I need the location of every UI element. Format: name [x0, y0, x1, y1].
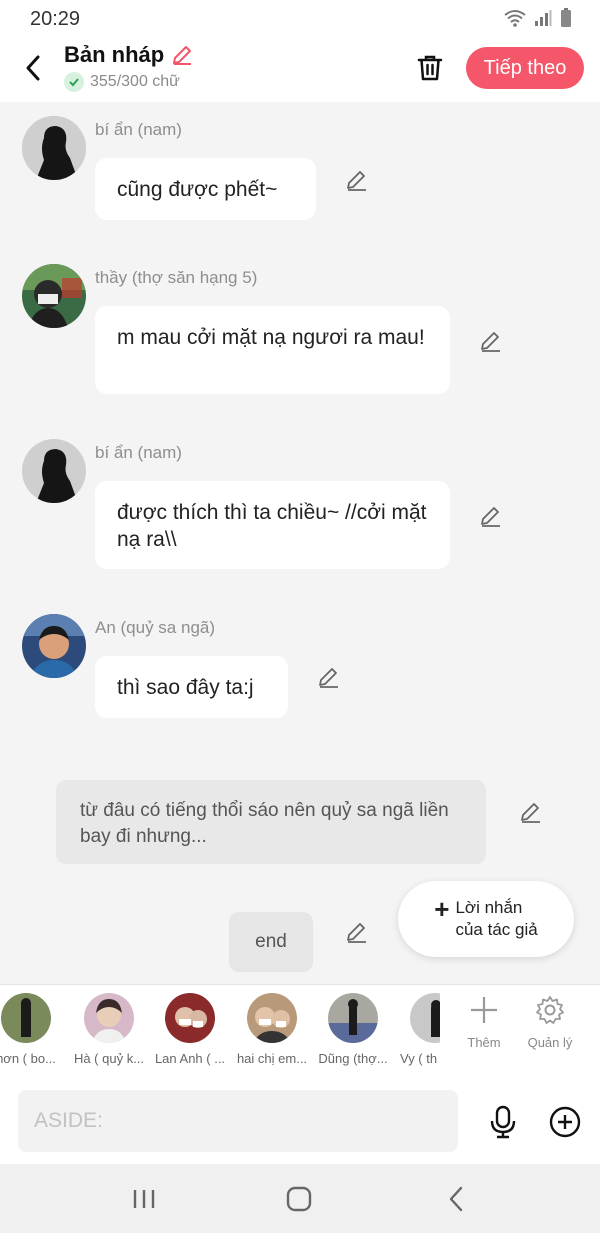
word-count-text: 355/300 chữ: [90, 73, 180, 90]
edit-message-button[interactable]: [478, 329, 504, 355]
character-name: hai chị em...: [236, 1051, 308, 1066]
edit-message-button[interactable]: [344, 168, 370, 194]
narration-bubble[interactable]: từ đâu có tiếng thổi sáo nên quỷ sa ngã …: [56, 780, 486, 864]
author-note-button[interactable]: + Lời nhắn của tác giả: [398, 881, 574, 957]
edit-message-button[interactable]: [316, 665, 342, 691]
character-name: Hà ( quỷ k...: [73, 1051, 145, 1066]
status-icons: [504, 8, 572, 28]
pencil-icon: [521, 803, 540, 823]
character-name: hơn ( bo...: [0, 1051, 56, 1066]
character-strip: hơn ( bo... Hà ( quỷ k... Lan Anh ( ... …: [0, 984, 600, 1074]
status-time: 20:29: [30, 8, 81, 30]
avatar[interactable]: [22, 439, 86, 503]
end-tag[interactable]: end: [229, 912, 313, 972]
wifi-icon: [504, 10, 526, 27]
plus-icon: [471, 997, 497, 1023]
microphone-icon: [490, 1105, 516, 1139]
chevron-left-icon: [449, 1186, 463, 1212]
character-item[interactable]: Dũng (thợ...: [313, 993, 393, 1066]
character-item[interactable]: Lan Anh ( ...: [150, 993, 230, 1066]
pencil-icon: [347, 171, 366, 191]
character-item[interactable]: hơn ( bo...: [0, 993, 66, 1066]
plus-circle-icon: [549, 1106, 581, 1138]
aside-input[interactable]: [18, 1090, 458, 1152]
check-icon: [64, 72, 84, 92]
character-item[interactable]: Hà ( quỷ k...: [69, 993, 149, 1066]
system-back-button[interactable]: [438, 1182, 474, 1216]
avatar[interactable]: [22, 264, 86, 328]
edit-narration-button[interactable]: [518, 800, 544, 826]
draft-title-text: Bản nháp: [64, 42, 165, 67]
add-attachment-button[interactable]: [548, 1105, 582, 1139]
character-avatar: [165, 993, 215, 1043]
plus-icon: +: [434, 894, 450, 925]
add-character-label: Thêm: [467, 1035, 501, 1050]
message-bubble[interactable]: cũng được phết~: [95, 158, 316, 220]
chat-area: bí ẩn (nam) cũng được phết~ thầy (thợ să…: [0, 102, 600, 984]
pencil-icon: [173, 46, 192, 65]
character-item[interactable]: hai chị em...: [232, 993, 312, 1066]
manage-label: Quản lý: [527, 1035, 573, 1050]
pencil-icon: [481, 332, 500, 352]
character-avatar: [247, 993, 297, 1043]
avatar[interactable]: [22, 614, 86, 678]
chevron-left-icon: [26, 55, 40, 81]
sender-name: thầy (thợ săn hạng 5): [95, 268, 258, 287]
recent-apps-icon: [133, 1190, 155, 1208]
character-item[interactable]: Vy ( th: [400, 993, 440, 1066]
voice-input-button[interactable]: [486, 1104, 520, 1140]
trash-icon: [417, 55, 443, 81]
character-avatar: [84, 993, 134, 1043]
pencil-icon: [347, 923, 366, 943]
back-button[interactable]: [18, 50, 48, 86]
message-bubble[interactable]: thì sao đây ta:j: [95, 656, 288, 718]
sender-name: An (quỷ sa ngã): [95, 618, 216, 637]
home-button[interactable]: [281, 1182, 317, 1216]
edit-end-button[interactable]: [344, 920, 370, 946]
battery-icon: [561, 8, 571, 27]
edit-message-button[interactable]: [478, 504, 504, 530]
pencil-icon: [319, 668, 338, 688]
avatar[interactable]: [22, 116, 86, 180]
sender-name: bí ẩn (nam): [95, 120, 182, 139]
app-header: Bản nháp 355/300 chữ Tiếp theo: [0, 36, 600, 102]
character-avatar: [1, 993, 51, 1043]
next-button[interactable]: Tiếp theo: [466, 47, 584, 89]
composer: [0, 1074, 600, 1164]
character-name: Dũng (thợ...: [318, 1051, 388, 1066]
add-character-button[interactable]: Thêm: [451, 995, 517, 1050]
character-avatar: [328, 993, 378, 1043]
character-name: Vy ( th: [400, 1051, 438, 1066]
home-icon: [286, 1186, 312, 1212]
sender-name: bí ẩn (nam): [95, 443, 182, 462]
draft-title[interactable]: Bản nháp: [64, 42, 194, 68]
word-count: 355/300 chữ: [64, 72, 194, 92]
pencil-icon: [481, 507, 500, 527]
recent-apps-button[interactable]: [126, 1182, 162, 1216]
gear-icon: [536, 996, 564, 1024]
character-name: Lan Anh ( ...: [154, 1051, 226, 1066]
delete-button[interactable]: [413, 50, 447, 86]
character-avatar: [410, 993, 440, 1043]
manage-button[interactable]: Quản lý: [517, 995, 583, 1050]
system-nav-bar: [0, 1164, 600, 1233]
title-block: Bản nháp 355/300 chữ: [64, 42, 194, 92]
message-bubble[interactable]: được thích thì ta chiều~ //cởi mặt nạ ra…: [95, 481, 450, 569]
signal-icon: [535, 10, 552, 26]
status-bar: 20:29: [0, 0, 600, 36]
message-bubble[interactable]: m mau cởi mặt nạ ngươi ra mau!: [95, 306, 450, 394]
author-note-label: Lời nhắn của tác giả: [455, 897, 538, 939]
